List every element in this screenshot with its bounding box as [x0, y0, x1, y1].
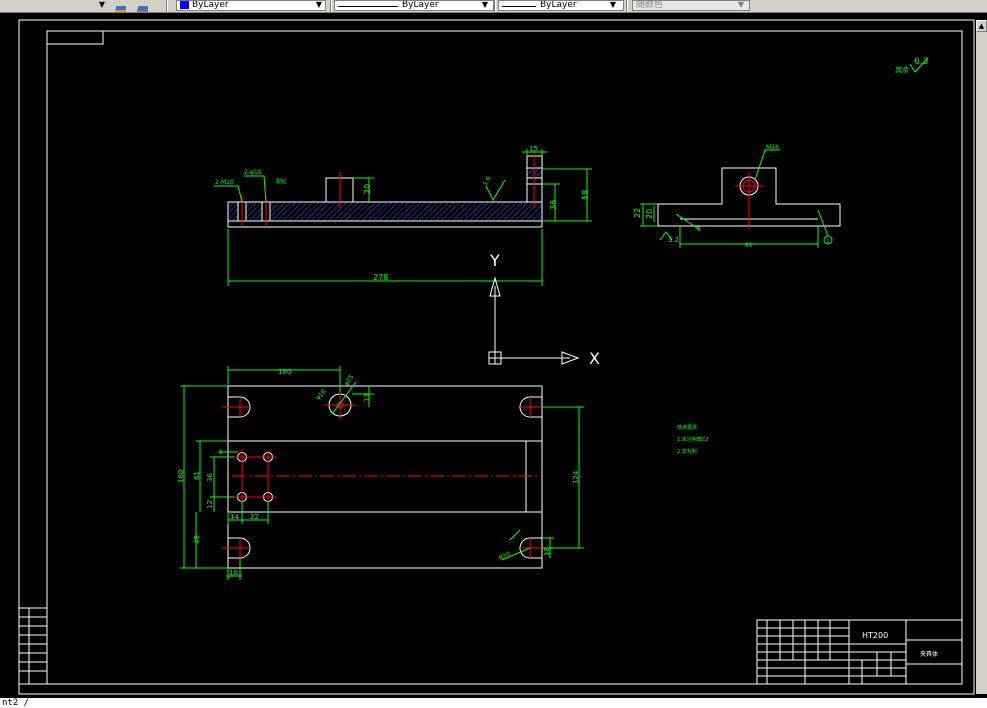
top-hole-note: φ16 [314, 388, 327, 401]
dim-boss-height: 20 [363, 184, 372, 194]
color-select-value: ByLayer [192, 0, 229, 10]
front-hole-left-note: 2-M10 [215, 179, 234, 186]
dim-side-height-base: 20 [645, 209, 654, 219]
dim-top-160: 160 [177, 470, 185, 483]
dim-top-r10: R10 [498, 550, 512, 561]
front-view-section [227, 201, 543, 222]
ucs-y-label: Y [489, 251, 500, 270]
dim-top-124: 124 [572, 470, 580, 484]
lineweight-select[interactable]: ByLayer [498, 0, 624, 11]
title-block-part-name: 夹具体 [920, 650, 938, 658]
dim-overall-length: 278 [373, 273, 388, 282]
ucs-x-label: X [589, 349, 600, 368]
dim-top-49: 49 [193, 535, 201, 544]
chevron-down-icon[interactable]: ▼ [480, 0, 490, 11]
title-block-material: HT200 [862, 631, 888, 640]
linetype-preview [338, 1, 398, 7]
command-line[interactable]: nt2 / [0, 698, 987, 708]
outer-border [18, 19, 975, 695]
layer-states-icon[interactable] [114, 0, 128, 12]
dim-top-61: 61 [193, 471, 201, 480]
dim-top-12: 12 [206, 500, 214, 509]
dim-side-width: 80 [745, 242, 753, 249]
plotstyle-select[interactable]: 随颜色 [632, 0, 750, 11]
lineweight-preview [502, 1, 536, 7]
code-box [46, 30, 104, 45]
tech-req-line1: 1.未注倒角C2 [677, 436, 708, 443]
front-hole-right-drill-note: 配钻 [276, 178, 286, 185]
tech-req-line2: 2.去毛刺 [677, 448, 697, 455]
dim-top-step: 15 [529, 145, 538, 153]
dim-top-36: 36 [206, 473, 214, 482]
revision-table [18, 607, 48, 685]
dim-side-height-total: 22 [633, 208, 642, 218]
dim-side-small: 5 [697, 226, 701, 233]
plotstyle-select-value: 随颜色 [636, 0, 664, 10]
drawing-canvas[interactable]: 其余 6.3 278 58 36 20 15 2-M10 2-φ10 配钻 1.… [0, 12, 976, 698]
command-line-text: nt2 / [2, 698, 30, 708]
tech-requirements: 技术要求 1.未注倒角C2 2.去毛刺 [677, 424, 708, 455]
roughness-note: 其余 [895, 65, 909, 74]
side-thread-note: M16 [766, 144, 779, 151]
side-balloon: 1 [826, 238, 830, 245]
lineweight-select-value: ByLayer [540, 0, 577, 10]
top-view: 180 160 124 61 36 12 49 10 14 22 17 φ25 [177, 366, 584, 580]
side-view: M16 22 20 80 3.2 5 1 [633, 144, 841, 249]
toolbar-separator [494, 0, 496, 12]
dim-height-inner: 36 [549, 200, 558, 210]
toolbar-separator [330, 0, 332, 12]
toolbar-separator [626, 0, 628, 12]
vertical-scrollbar[interactable]: ▲ [976, 20, 987, 694]
linetype-select[interactable]: ByLayer [334, 0, 494, 11]
top-hole-label: 4 [218, 449, 222, 456]
dim-top-180: 180 [278, 368, 291, 376]
roughness-symbol: 其余 6.3 [895, 57, 929, 74]
color-select[interactable]: ByLayer [176, 0, 326, 11]
dim-top-22: 22 [250, 513, 259, 521]
chevron-down-icon[interactable]: ▼ [736, 0, 746, 11]
color-swatch [180, 1, 189, 9]
roughness-value: 6.3 [914, 57, 928, 67]
dropdown-arrow-icon[interactable]: ▼ [97, 0, 107, 11]
scroll-up-arrow-icon[interactable]: ▲ [976, 20, 987, 32]
toolbar-separator [166, 0, 168, 12]
dim-top-17: 17 [363, 393, 371, 402]
dim-height-right: 58 [581, 190, 590, 200]
layer-previous-icon[interactable] [136, 0, 150, 12]
front-surface-finish: 1.6 [482, 175, 493, 187]
side-angle-note: 3.2 [668, 236, 679, 244]
dim-top-14: 14 [230, 513, 239, 521]
linetype-select-value: ByLayer [402, 0, 439, 10]
chevron-down-icon[interactable]: ▼ [314, 0, 324, 11]
top-view-outline [227, 385, 543, 569]
dim-top-10: 10 [229, 569, 238, 577]
chevron-down-icon[interactable]: ▼ [608, 0, 618, 11]
tech-req-title: 技术要求 [677, 424, 697, 431]
front-hole-right-note: 2-φ10 [244, 169, 262, 176]
ucs-icon: Y X [488, 251, 600, 368]
dim-top-18: 18 [543, 547, 551, 556]
front-view: 278 58 36 20 15 2-M10 2-φ10 配钻 1.6 [214, 145, 592, 286]
